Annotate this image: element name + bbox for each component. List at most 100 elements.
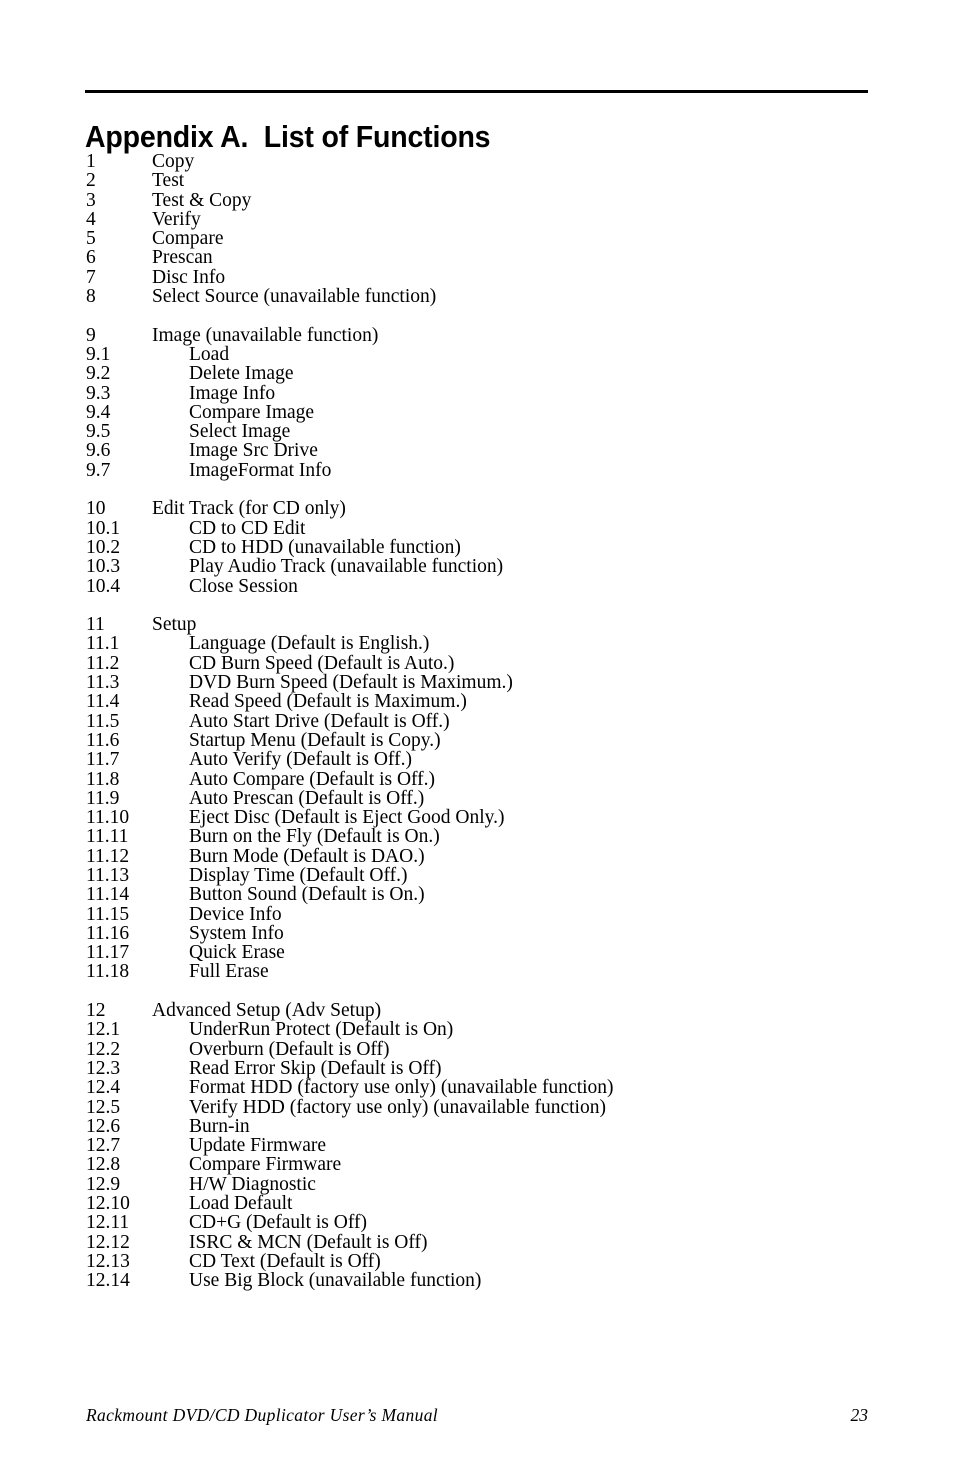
function-label: Auto Start Drive (Default is Off.) — [189, 710, 450, 732]
function-number: 9 — [86, 324, 96, 346]
function-number: 4 — [86, 208, 96, 230]
function-label: Read Speed (Default is Maximum.) — [189, 691, 467, 713]
function-number: 11.16 — [86, 922, 130, 944]
function-number: 11.3 — [86, 672, 120, 694]
function-label: Language (Default is English.) — [189, 633, 430, 655]
function-row: 9.1 Load — [0, 343, 954, 365]
function-label: Eject Disc (Default is Eject Good Only.) — [189, 807, 505, 829]
function-row: 9 Image (unavailable function) — [0, 324, 954, 346]
function-row: 12.14 Use Big Block (unavailable function… — [0, 1270, 954, 1292]
function-row: 12.5 Verify HDD (factory use only) (unava… — [0, 1097, 954, 1117]
function-label: Auto Verify (Default is Off.) — [189, 749, 412, 771]
function-row: 11.6 Startup Menu (Default is Copy.) — [0, 729, 954, 751]
function-number: 7 — [86, 266, 96, 288]
function-row: 9.6 Image Src Drive — [0, 440, 954, 462]
function-row: 1 Copy — [0, 151, 954, 172]
function-label: Edit Track (for CD only) — [152, 498, 346, 520]
function-label: Test & Copy — [152, 189, 252, 211]
function-number: 9.6 — [86, 440, 111, 462]
function-row: 9.4 Compare Image — [0, 401, 954, 423]
function-row: 8 Select Source (unavailable function) — [0, 286, 954, 308]
function-row: 12.8 Compare Firmware — [0, 1154, 954, 1176]
function-number: 10.2 — [86, 536, 121, 558]
function-number: 11.1 — [86, 633, 120, 655]
function-row: 11.5 Auto Start Drive (Default is Off.) — [0, 710, 954, 732]
function-number: 10.3 — [86, 556, 121, 578]
function-row: 12.4 Format HDD (factory use only) (unava… — [0, 1077, 954, 1099]
function-label: CD to HDD (unavailable function) — [189, 536, 461, 558]
group-basic-functions: 1 Copy 2 Test 3 Test & Copy 4 Verify 5 Compare 6 Pr… — [0, 151, 954, 308]
function-row: 5 Compare — [0, 228, 954, 250]
function-row: 11.9 Auto Prescan (Default is Off.) — [0, 788, 954, 808]
function-label: Read Error Skip (Default is Off) — [189, 1057, 442, 1079]
function-row: 9.7 ImageFormat Info — [0, 460, 954, 480]
function-number: 9.2 — [86, 363, 111, 385]
group-image: 9 Image (unavailable function) 9.1 Load 9.2 D… — [0, 324, 954, 480]
function-label: Select Source (unavailable function) — [152, 286, 437, 308]
function-row: 10.4 Close Session — [0, 575, 954, 597]
function-label: Auto Compare (Default is Off.) — [189, 768, 436, 790]
function-label: Display Time (Default Off.) — [189, 864, 408, 886]
function-row: 12.6 Burn-in — [0, 1115, 954, 1137]
function-number: 6 — [86, 247, 96, 269]
function-row: 11.4 Read Speed (Default is Maximum.) — [0, 691, 954, 713]
function-number: 12.3 — [86, 1057, 121, 1079]
function-label: Use Big Block (unavailable function) — [189, 1270, 482, 1292]
function-number: 11.11 — [86, 826, 129, 848]
function-row: 11.2 CD Burn Speed (Default is Auto.) — [0, 652, 954, 674]
function-number: 5 — [86, 228, 96, 250]
function-label: CD to CD Edit — [189, 517, 306, 539]
function-number: 9.3 — [86, 382, 111, 404]
function-row: 12.2 Overburn (Default is Off) — [0, 1038, 954, 1060]
function-row: 2 Test — [0, 170, 954, 192]
function-label: Quick Erase — [189, 942, 285, 964]
function-row: 9.3 Image Info — [0, 382, 954, 404]
function-label: Play Audio Track (unavailable function) — [189, 556, 504, 578]
function-number: 11.5 — [86, 710, 120, 732]
header-divider-rule — [85, 90, 868, 93]
function-number: 11.8 — [86, 768, 120, 790]
function-number: 10 — [86, 498, 106, 520]
function-row: 12.9 H/W Diagnostic — [0, 1174, 954, 1194]
function-row: 12.3 Read Error Skip (Default is Off) — [0, 1057, 954, 1079]
function-row: 11.7 Auto Verify (Default is Off.) — [0, 749, 954, 771]
function-number: 11.2 — [86, 652, 120, 674]
function-number: 1 — [86, 151, 96, 172]
function-number: 11.7 — [86, 749, 120, 771]
page-footer: Rackmount DVD/CD Duplicator User’s Manua… — [0, 1405, 954, 1431]
function-label: Advanced Setup (Adv Setup) — [152, 1000, 382, 1022]
function-label: Close Session — [189, 575, 298, 597]
function-number: 11.13 — [86, 864, 130, 886]
function-label: Button Sound (Default is On.) — [189, 884, 425, 906]
function-number: 12.4 — [86, 1077, 121, 1099]
function-label: Burn on the Fly (Default is On.) — [189, 826, 440, 848]
function-number: 12.8 — [86, 1154, 121, 1176]
function-label: Load — [189, 343, 230, 365]
function-row: 6 Prescan — [0, 247, 954, 269]
document-page: Appendix A. List of Functions 1 Copy 2 Test… — [0, 0, 954, 1475]
function-number: 12.14 — [86, 1270, 130, 1292]
function-label: ISRC & MCN (Default is Off) — [189, 1231, 428, 1253]
function-label: Device Info — [189, 903, 282, 925]
function-label: Compare — [152, 228, 224, 250]
function-label: Startup Menu (Default is Copy.) — [189, 729, 441, 751]
function-number: 12.6 — [86, 1115, 121, 1137]
function-row: 10.1 CD to CD Edit — [0, 517, 954, 539]
function-label: Setup — [152, 614, 197, 636]
function-label: Copy — [152, 151, 195, 172]
function-row: 7 Disc Info — [0, 266, 954, 288]
function-number: 12.1 — [86, 1019, 121, 1041]
function-row: 11.8 Auto Compare (Default is Off.) — [0, 768, 954, 790]
function-label: Overburn (Default is Off) — [189, 1038, 390, 1060]
footer-page-number: 23 — [850, 1405, 869, 1425]
function-row: 9.5 Select Image — [0, 422, 954, 442]
function-row: 11.14 Button Sound (Default is On.) — [0, 884, 954, 906]
function-label: Test — [152, 170, 185, 192]
function-number: 12.11 — [86, 1212, 130, 1234]
function-number: 11.4 — [86, 691, 120, 713]
function-label: Prescan — [152, 247, 213, 269]
function-label: Image (unavailable function) — [152, 324, 379, 346]
function-label: CD Burn Speed (Default is Auto.) — [189, 652, 455, 674]
function-list: 1 Copy 2 Test 3 Test & Copy 4 Verify 5 Compare 6 Pr… — [0, 152, 954, 1291]
function-number: 9.4 — [86, 401, 111, 423]
